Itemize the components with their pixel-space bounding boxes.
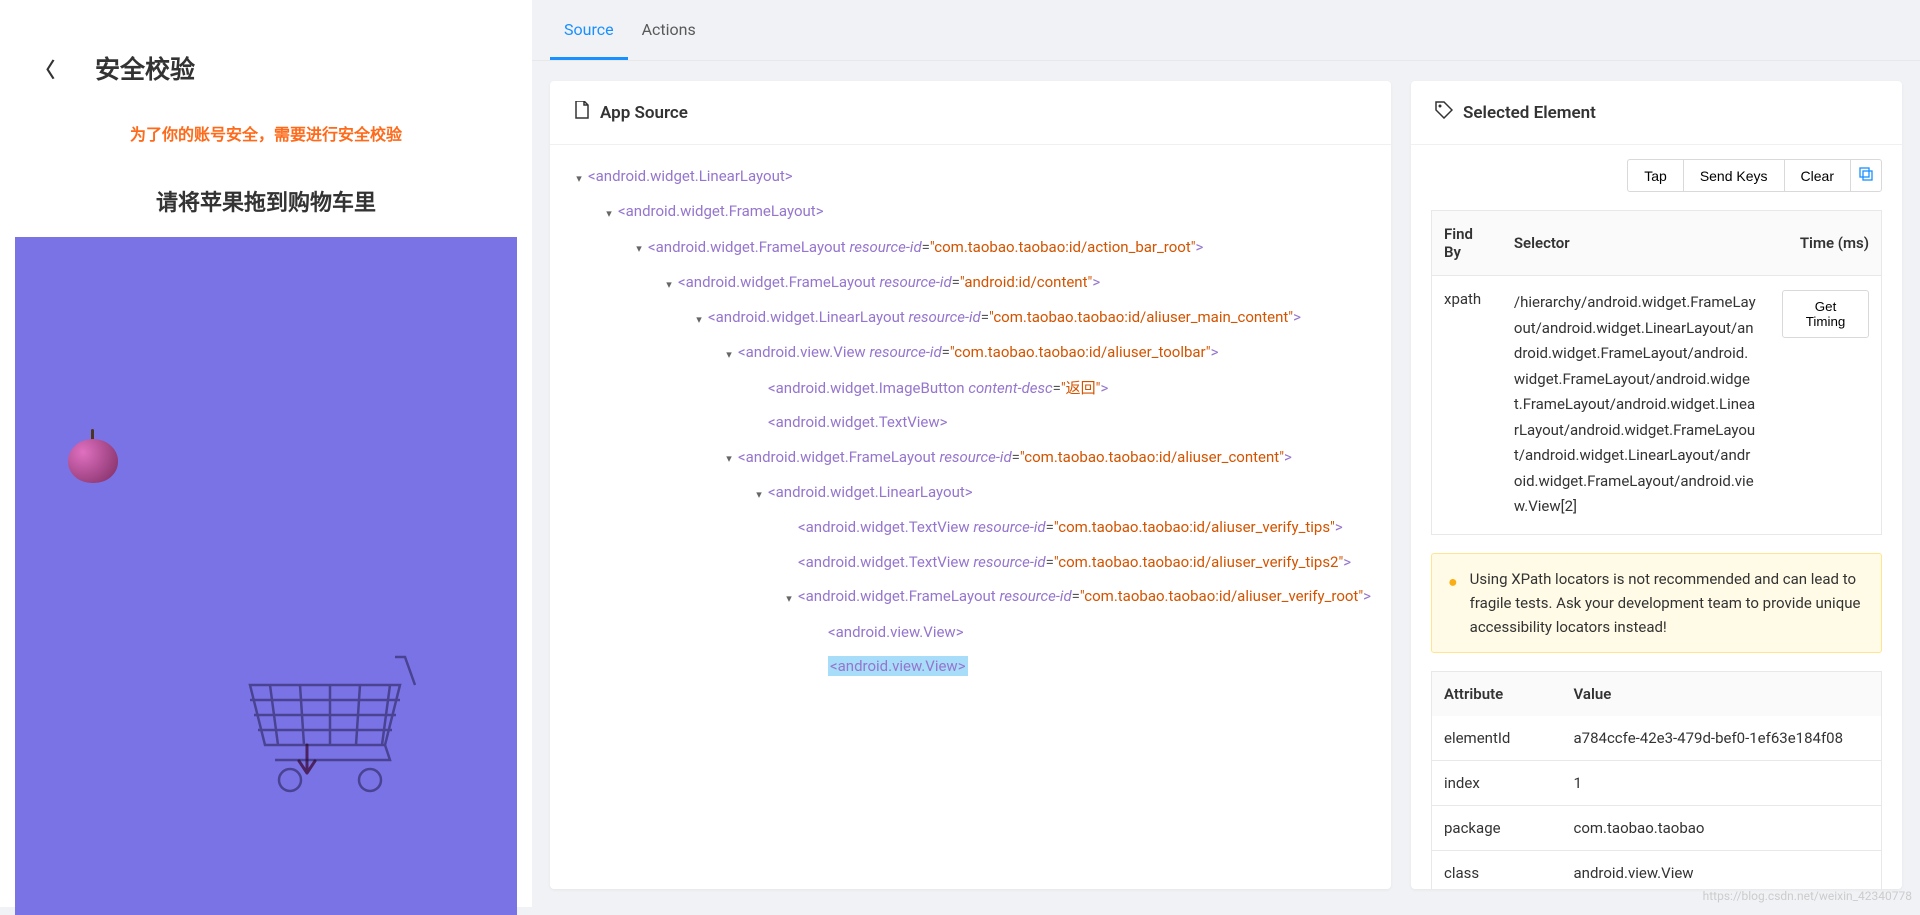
app-source-title: App Source (600, 103, 688, 123)
watermark: https://blog.csdn.net/weixin_42340778 (1703, 889, 1912, 903)
tree-node[interactable]: <android.widget.ImageButton content-desc… (570, 371, 1371, 406)
file-icon (574, 101, 590, 124)
attribute-row: index1 (1432, 760, 1882, 805)
tree-node[interactable]: <android.widget.TextView resource-id="co… (570, 545, 1371, 580)
tab-actions[interactable]: Actions (628, 2, 710, 60)
inspector-tabs: Source Actions (532, 2, 1920, 61)
tree-node[interactable]: <android.widget.LinearLayout resource-id… (570, 300, 1371, 335)
attr-name: index (1432, 760, 1562, 805)
attr-value: a784ccfe-42e3-479d-bef0-1ef63e184f08 (1562, 716, 1882, 761)
tree-node[interactable]: <android.widget.FrameLayout resource-id=… (570, 440, 1371, 475)
warning-icon: ● (1448, 569, 1458, 639)
attr-value: com.taobao.taobao (1562, 805, 1882, 850)
security-subtitle: 为了你的账号安全，需要进行安全校验 (15, 121, 517, 145)
tap-button[interactable]: Tap (1627, 159, 1683, 192)
findby-cell: xpath (1432, 276, 1502, 535)
tree-node[interactable]: <android.widget.FrameLayout resource-id=… (570, 230, 1371, 265)
tree-node[interactable]: <android.widget.FrameLayout resource-id=… (570, 265, 1371, 300)
back-icon[interactable]: 〈 (15, 54, 55, 83)
element-actions: Tap Send Keys Clear (1431, 159, 1882, 192)
send-keys-button[interactable]: Send Keys (1683, 159, 1784, 192)
findby-header: Find By (1432, 211, 1502, 276)
copy-icon[interactable] (1850, 159, 1882, 192)
tree-node[interactable]: <android.widget.TextView resource-id="co… (570, 510, 1371, 545)
locator-table: Find By Selector Time (ms) xpath /hierar… (1431, 210, 1882, 535)
attribute-row: elementIda784ccfe-42e3-479d-bef0-1ef63e1… (1432, 716, 1882, 761)
selector-header: Selector (1502, 211, 1770, 276)
tag-icon (1435, 101, 1453, 124)
value-header: Value (1562, 671, 1882, 716)
app-source-panel: App Source <android.widget.LinearLayout>… (550, 81, 1391, 889)
attr-value: android.view.View (1562, 850, 1882, 889)
selector-cell: /hierarchy/android.widget.FrameLayout/an… (1502, 276, 1770, 535)
tree-node[interactable]: <android.widget.LinearLayout> (570, 475, 1371, 510)
page-title: 安全校验 (95, 50, 195, 86)
drag-instruction: 请将苹果拖到购物车里 (15, 185, 517, 217)
tree-node[interactable]: <android.widget.FrameLayout resource-id=… (570, 579, 1371, 614)
verification-canvas[interactable] (15, 237, 517, 915)
tree-node[interactable]: <android.view.View resource-id="com.taob… (570, 335, 1371, 370)
tree-node[interactable]: <android.view.View> (570, 615, 1371, 650)
apple-icon[interactable] (65, 427, 121, 483)
device-preview: 〈 安全校验 为了你的账号安全，需要进行安全校验 请将苹果拖到购物车里 (0, 0, 532, 907)
tree-node[interactable]: <android.widget.FrameLayout> (570, 194, 1371, 229)
attr-name: class (1432, 850, 1562, 889)
selected-element-title: Selected Element (1463, 103, 1596, 123)
clear-button[interactable]: Clear (1784, 159, 1850, 192)
shopping-cart-icon (240, 645, 420, 795)
attr-name: elementId (1432, 716, 1562, 761)
attribute-row: classandroid.view.View (1432, 850, 1882, 889)
attribute-row: packagecom.taobao.taobao (1432, 805, 1882, 850)
tab-source[interactable]: Source (550, 2, 628, 60)
xpath-warning-alert: ● Using XPath locators is not recommende… (1431, 553, 1882, 653)
get-timing-button[interactable]: Get Timing (1782, 290, 1869, 338)
tree-node[interactable]: <android.widget.TextView> (570, 405, 1371, 440)
attribute-header: Attribute (1432, 671, 1562, 716)
tree-node[interactable]: <android.widget.LinearLayout> (570, 159, 1371, 194)
attributes-table: Attribute Value elementIda784ccfe-42e3-4… (1431, 671, 1882, 890)
time-header: Time (ms) (1770, 211, 1881, 276)
tree-node[interactable]: <android.view.View> (570, 649, 1371, 684)
selected-element-panel: Selected Element Tap Send Keys Clear Fin… (1411, 81, 1902, 889)
attr-name: package (1432, 805, 1562, 850)
attr-value: 1 (1562, 760, 1882, 805)
alert-text: Using XPath locators is not recommended … (1470, 567, 1865, 639)
element-tree[interactable]: <android.widget.LinearLayout><android.wi… (570, 159, 1371, 684)
